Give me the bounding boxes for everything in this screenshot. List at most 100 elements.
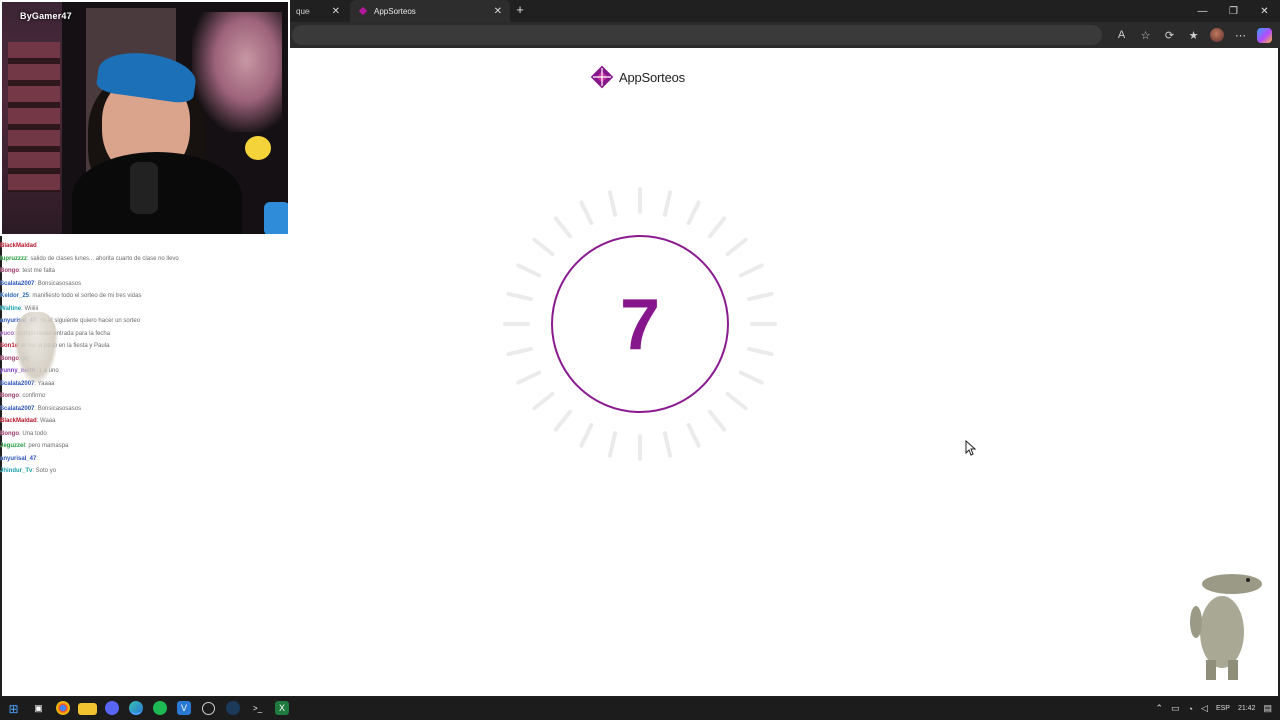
chat-text: : manifiesto todo el sorteo de mi tres v…	[29, 293, 142, 299]
spinner-tick	[738, 370, 764, 385]
chat-text: : pero mamaspa	[25, 443, 69, 449]
chat-message: anyurisal_47:	[0, 453, 290, 466]
spinner-tick	[662, 190, 673, 217]
discord-icon[interactable]	[105, 701, 119, 715]
close-tab-icon[interactable]: ✕	[494, 6, 502, 17]
chat-username: lupruzzzz	[0, 255, 27, 262]
microphone-icon	[130, 162, 158, 214]
notifications-icon[interactable]: ▤	[1263, 703, 1272, 714]
chat-text: : Soto yo	[32, 468, 57, 474]
tab-search[interactable]: queda ✕	[288, 0, 348, 22]
clock[interactable]: 21:42	[1238, 705, 1256, 712]
spinner-tick	[747, 346, 774, 357]
chat-text: : confirmo	[19, 393, 46, 399]
steam-icon[interactable]	[226, 701, 240, 715]
spinner-tick	[707, 409, 727, 432]
tab-title: AppSorteos	[374, 6, 416, 16]
refresh-icon[interactable]: ⟳	[1162, 28, 1177, 43]
spinner-tick	[725, 237, 748, 257]
spinner-tick	[532, 237, 555, 257]
vscode-icon[interactable]: V	[177, 701, 191, 715]
spinner-tick	[532, 391, 555, 411]
chat-username: Scalata2007	[0, 280, 35, 287]
chat-username: anyurisal_47	[0, 455, 37, 462]
spinner-tick	[662, 431, 673, 458]
spinner-tick	[553, 409, 573, 432]
system-tray: ⌃ ▭ ◔ ◁ ESP 21:42 ▤	[1156, 697, 1272, 720]
taskbar-apps: ⊞ ▣ V >_ X	[4, 699, 291, 718]
terminal-icon[interactable]: >_	[248, 699, 267, 718]
copilot-icon[interactable]	[1257, 27, 1272, 43]
spinner-tick	[579, 422, 594, 448]
spinner-tick	[686, 200, 701, 226]
favorite-star-icon[interactable]: ☆	[1138, 28, 1153, 43]
tab-title: queda	[296, 6, 310, 16]
webcam-shelf	[8, 42, 60, 192]
chat-message: BlackMaldad: Waaa	[0, 415, 290, 428]
window-controls: — ❐ ✕	[1187, 0, 1280, 22]
chat-username: Bongo	[0, 393, 19, 399]
webcam-light	[192, 12, 282, 132]
language-indicator[interactable]: ESP	[1216, 705, 1230, 712]
windows-start-icon[interactable]: ⊞	[4, 699, 23, 718]
chat-text: : Waaa	[36, 418, 56, 424]
obs-icon[interactable]	[202, 702, 215, 715]
brand-logo[interactable]: AppSorteos	[590, 65, 685, 89]
profile-avatar[interactable]	[1210, 28, 1224, 42]
chat-text: :	[36, 455, 39, 462]
chat-username: Waltine	[0, 305, 22, 312]
chat-message: Bongo: test me falta	[0, 265, 290, 278]
chat-message: Bongo: confirmo	[0, 390, 290, 403]
tab-appsorteos[interactable]: AppSorteos ✕	[350, 0, 510, 22]
countdown-number: 7	[619, 285, 661, 365]
file-explorer-icon[interactable]	[78, 703, 97, 715]
chat-message: BlackMaldad	[0, 240, 290, 253]
address-bar[interactable]	[292, 25, 1102, 45]
chat-message: Jeguzzel: pero mamaspa	[0, 440, 290, 453]
wifi-icon[interactable]: ◔	[1188, 704, 1193, 714]
chat-username: BlackMaldad	[0, 418, 37, 424]
webcam-prop	[264, 202, 288, 234]
chat-text: : test me falta	[19, 268, 56, 274]
edge-icon[interactable]	[129, 701, 143, 715]
excel-icon[interactable]: X	[275, 701, 289, 715]
read-aloud-icon[interactable]: A	[1114, 28, 1129, 43]
chat-username: Keldor_25	[0, 293, 30, 299]
more-options-icon[interactable]: ⋯	[1233, 28, 1248, 43]
chat-text: : Bonsicasosasos	[34, 280, 82, 287]
spinner-tick	[607, 190, 618, 217]
spinner-tick	[707, 216, 727, 239]
task-view-icon[interactable]: ▣	[29, 699, 48, 718]
spinner-tick	[506, 291, 533, 302]
spinner-tick	[516, 370, 542, 385]
close-icon[interactable]: ✕	[1249, 0, 1280, 22]
spinner-tick	[506, 346, 533, 357]
chat-message: Keldor_25: manifiesto todo el sorteo de …	[0, 290, 290, 303]
chat-username: Scalata2007	[0, 405, 35, 412]
channel-logo: ByGamer47	[20, 11, 72, 21]
chat-overlay-sticker	[14, 312, 58, 384]
close-tab-icon[interactable]: ✕	[332, 6, 340, 17]
chat-message: Jhindur_Tv: Soto yo	[0, 465, 290, 478]
plus-icon[interactable]: +	[512, 2, 528, 18]
spotify-icon[interactable]	[153, 701, 167, 715]
restore-icon[interactable]: ❐	[1218, 0, 1249, 22]
crocodile-sticker-icon	[1190, 574, 1262, 680]
volume-icon[interactable]: ◁	[1201, 703, 1208, 714]
appsorteos-logo-icon	[590, 65, 614, 89]
countdown-circle: 7	[551, 235, 729, 413]
spinner-tick	[686, 422, 701, 448]
network-icon[interactable]: ▭	[1171, 703, 1180, 714]
brand-name: AppSorteos	[619, 69, 685, 85]
chrome-icon[interactable]	[56, 701, 70, 715]
spinner-tick	[747, 291, 774, 302]
toolbar-icons: A ☆ ⟳ ★ ⋯	[1114, 26, 1272, 44]
chat-message: Scalata2007: Bonsicasosasos	[0, 403, 290, 416]
spinner-tick	[516, 263, 542, 278]
chat-username: yuco	[0, 330, 15, 337]
chat-text: : salido de clases lunes... ahorita cuar…	[27, 255, 179, 262]
minimize-icon[interactable]: —	[1187, 0, 1218, 22]
chat-text: : Una todo	[19, 430, 47, 437]
chevron-up-icon[interactable]: ⌃	[1156, 703, 1164, 714]
favorites-icon[interactable]: ★	[1186, 28, 1201, 43]
